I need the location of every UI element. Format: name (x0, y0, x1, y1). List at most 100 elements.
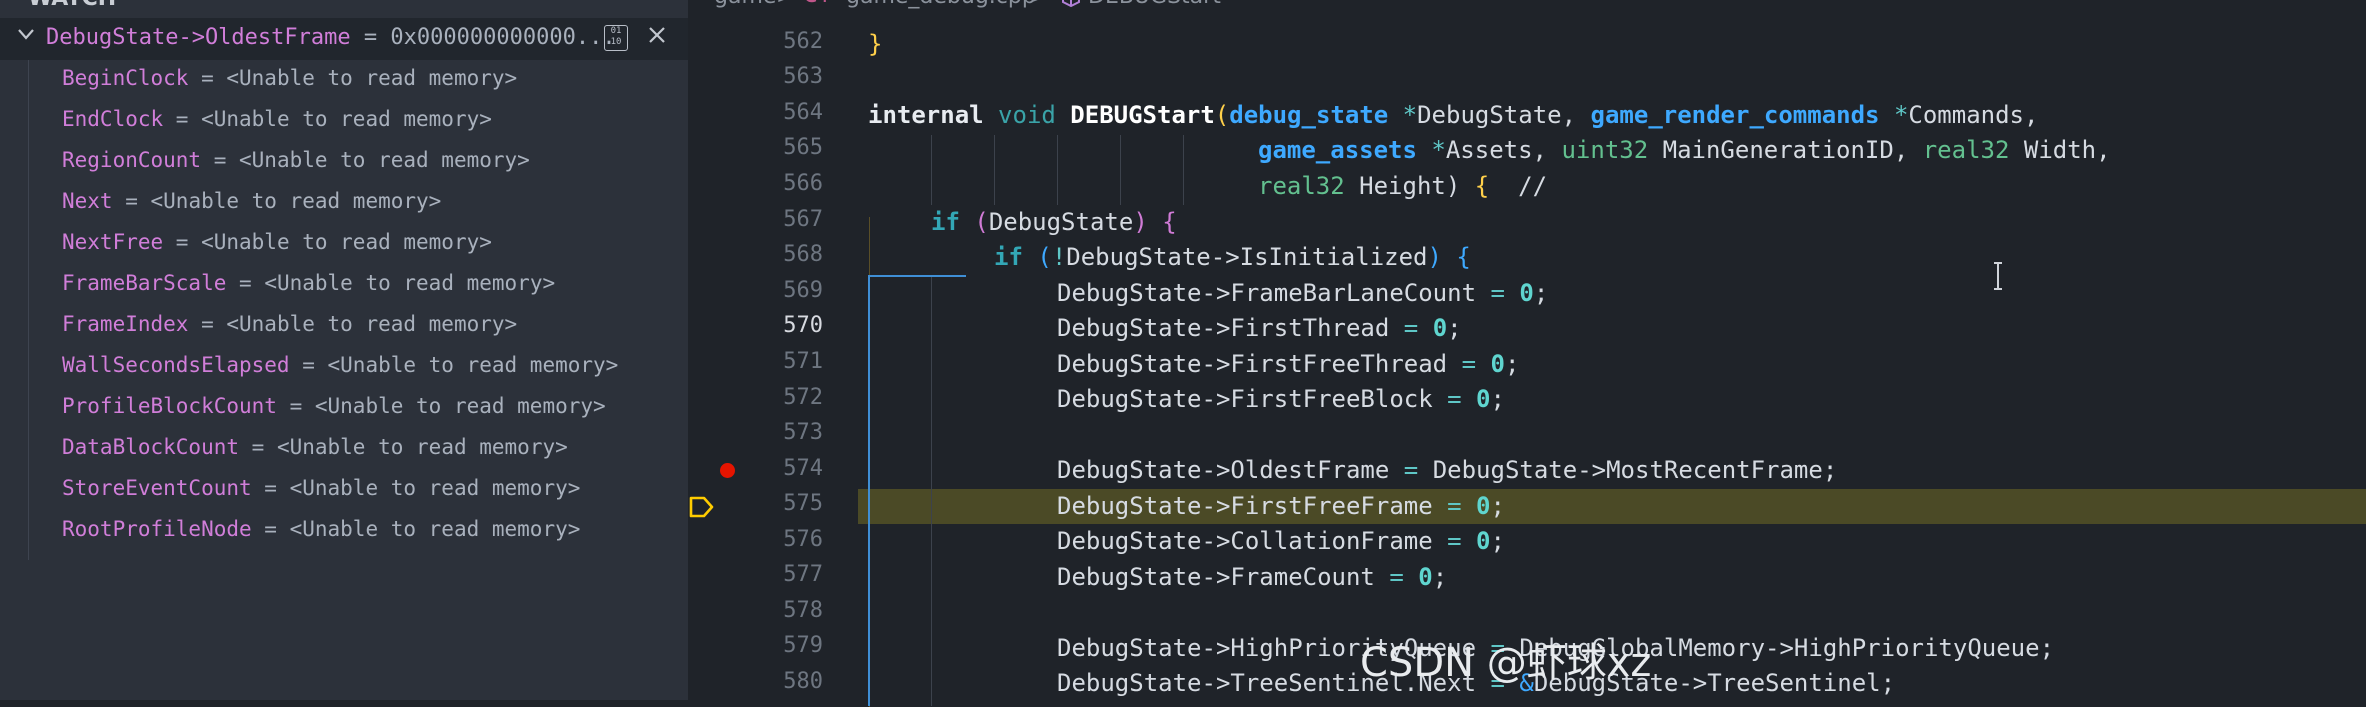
code-line-565: game_assets *Assets, uint32 MainGenerati… (1258, 136, 2111, 164)
watch-item-name: FrameBarScale (62, 271, 227, 295)
active-scope-guide (868, 275, 966, 277)
chevron-down-icon[interactable]: ⌄ (6, 0, 21, 5)
code-line-574: DebugState->OldestFrame = DebugState->Mo… (1057, 456, 1838, 484)
watch-item-name: StoreEventCount (62, 476, 252, 500)
watch-item-equals: = (188, 66, 227, 90)
line-number: 580 (783, 669, 823, 694)
line-number: 562 (783, 29, 823, 54)
watch-item-equals: = (163, 230, 202, 254)
watch-root-equals: = (350, 25, 391, 50)
text-cursor-icon (1994, 262, 2002, 290)
line-number: 565 (783, 135, 823, 160)
code-line-566: real32 Height) { // (1258, 172, 1548, 200)
watch-item-value: <Unable to read memory> (201, 230, 492, 254)
watch-item-name: DataBlockCount (62, 435, 240, 459)
code-line-572: DebugState->FirstFreeBlock = 0; (1057, 385, 1505, 413)
line-number: 569 (783, 278, 823, 303)
indent-guide (931, 135, 932, 205)
chevron-down-icon[interactable] (16, 24, 36, 44)
breakpoint-icon[interactable] (720, 463, 735, 478)
watch-item-equals: = (188, 312, 227, 336)
watch-item-next[interactable]: Next = <Unable to read memory> (62, 189, 441, 219)
code-line-568: if (!DebugState->IsInitialized) { (994, 243, 1471, 271)
line-number: 566 (783, 171, 823, 196)
indent-guide (1183, 135, 1184, 205)
watch-item-name: RootProfileNode (62, 517, 252, 541)
watch-item-name: WallSecondsElapsed (62, 353, 290, 377)
close-icon[interactable] (646, 24, 668, 46)
code-line-569: DebugState->FrameBarLaneCount = 0; (1057, 279, 1549, 307)
code-line-570: DebugState->FirstThread = 0; (1057, 314, 1462, 342)
watch-item-value: <Unable to read memory> (289, 517, 581, 541)
line-number: 564 (783, 100, 823, 125)
watch-item-name: EndClock (62, 107, 164, 131)
watch-title: WATCH (28, 0, 116, 11)
watch-item-value: <Unable to read memory> (226, 312, 518, 336)
watch-item-profileblockcount[interactable]: ProfileBlockCount = <Unable to read memo… (62, 394, 606, 424)
indent-guide (1057, 135, 1058, 205)
watch-item-name: RegionCount (62, 148, 202, 172)
indent-guide (1120, 135, 1121, 205)
tree-indent-guide (28, 60, 29, 560)
watch-item-wallsecondselapsed[interactable]: WallSecondsElapsed = <Unable to read mem… (62, 353, 618, 383)
watch-item-storeeventcount[interactable]: StoreEventCount = <Unable to read memory… (62, 476, 580, 506)
watch-item-name: NextFree (62, 230, 164, 254)
watch-item-value: <Unable to read memory> (150, 189, 442, 213)
code-line-577: DebugState->FrameCount = 0; (1057, 563, 1448, 591)
watch-root-label: DebugState->OldestFrame = 0x000000000000… (46, 25, 616, 50)
watch-item-equals: = (163, 107, 202, 131)
watch-root-name: DebugState->OldestFrame (46, 25, 351, 50)
line-number: 563 (783, 64, 823, 89)
watch-header[interactable]: ⌄ WATCH (0, 0, 116, 12)
watch-item-framebarscale[interactable]: FrameBarScale = <Unable to read memory> (62, 271, 555, 301)
watch-item-value: <Unable to read memory> (264, 271, 556, 295)
line-number: 573 (783, 420, 823, 445)
watch-item-equals: = (201, 148, 240, 172)
watch-root-value: 0x000000000000... (390, 25, 616, 50)
line-number: 574 (783, 456, 823, 481)
line-number: 578 (783, 598, 823, 623)
watch-item-value: <Unable to read memory> (289, 476, 581, 500)
watch-item-value: <Unable to read memory> (314, 394, 606, 418)
code-area[interactable]: } internal void DEBUGStart(debug_state *… (858, 0, 2366, 707)
watch-item-equals: = (289, 353, 328, 377)
watermark: CSDN @虾球xz (1360, 640, 1652, 686)
watch-item-equals: = (276, 394, 315, 418)
watch-item-equals: = (226, 271, 265, 295)
watch-item-beginclock[interactable]: BeginClock = <Unable to read memory> (62, 66, 517, 96)
watch-item-rootprofilenode[interactable]: RootProfileNode = <Unable to read memory… (62, 517, 580, 547)
line-number-current: 570 (783, 313, 823, 338)
code-line-567: if (DebugState) { (931, 208, 1177, 236)
view-binary-icon[interactable]: 01 10 (604, 25, 628, 51)
watch-item-name: BeginClock (62, 66, 189, 90)
line-number: 577 (783, 562, 823, 587)
active-scope-guide (868, 276, 870, 706)
watch-item-equals: = (239, 435, 277, 459)
execution-pointer-icon (689, 496, 714, 518)
watch-item-value: <Unable to read memory> (276, 435, 568, 459)
line-number: 579 (783, 633, 823, 658)
code-line-576: DebugState->CollationFrame = 0; (1057, 527, 1505, 555)
watch-item-nextfree[interactable]: NextFree = <Unable to read memory> (62, 230, 492, 260)
line-number: 567 (783, 207, 823, 232)
watch-item-name: Next (62, 189, 113, 213)
watch-item-endclock[interactable]: EndClock = <Unable to read memory> (62, 107, 492, 137)
line-number-gutter[interactable]: 562 563 564 565 566 567 568 569 570 571 … (688, 0, 823, 700)
watch-item-name: ProfileBlockCount (62, 394, 277, 418)
watch-item-regioncount[interactable]: RegionCount = <Unable to read memory> (62, 148, 530, 178)
watch-root-expression[interactable]: DebugState->OldestFrame = 0x000000000000… (0, 18, 688, 60)
watch-item-frameindex[interactable]: FrameIndex = <Unable to read memory> (62, 312, 517, 342)
indent-guide (994, 135, 995, 205)
code-line-562: } (868, 30, 883, 58)
line-number: 576 (783, 527, 823, 552)
code-line-575: DebugState->FirstFreeFrame = 0; (1057, 492, 1505, 520)
watch-item-value: <Unable to read memory> (201, 107, 492, 131)
code-editor[interactable]: game > C+ game_debug.cpp > DEBUGStart 56… (688, 0, 2366, 707)
watch-item-equals: = (112, 189, 151, 213)
indent-guide (931, 276, 932, 706)
line-number: 572 (783, 385, 823, 410)
watch-item-equals: = (251, 517, 290, 541)
watch-item-value: <Unable to read memory> (226, 66, 518, 90)
watch-item-datablockcount[interactable]: DataBlockCount = <Unable to read memory> (62, 435, 568, 465)
line-number: 571 (783, 349, 823, 374)
